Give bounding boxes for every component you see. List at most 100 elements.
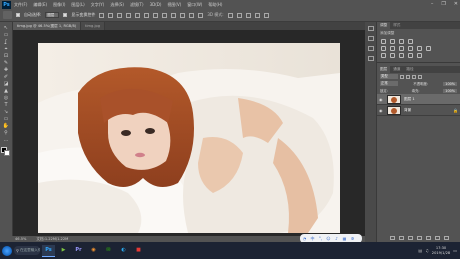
- close-icon[interactable]: ✕: [454, 1, 458, 7]
- brush-tool-icon[interactable]: ✐: [2, 74, 10, 81]
- path-select-tool-icon[interactable]: ↘: [2, 109, 10, 116]
- network-icon[interactable]: ▤: [418, 248, 422, 253]
- document-size[interactable]: 文档:1.22M/1.22M: [36, 237, 68, 242]
- tab-paths[interactable]: 路径: [403, 66, 417, 73]
- layer-name[interactable]: 图层 1: [404, 97, 415, 102]
- zoom-tool-icon[interactable]: ⚲: [2, 130, 10, 137]
- align-bottom-icon[interactable]: [117, 12, 123, 18]
- ime-language-toggle[interactable]: 中: [310, 236, 315, 241]
- media-app[interactable]: ▶: [57, 245, 70, 257]
- dodge-tool-icon[interactable]: ◎: [2, 95, 10, 102]
- roll-3d-icon[interactable]: [236, 12, 242, 18]
- scale-3d-icon[interactable]: [263, 12, 269, 18]
- fill-value[interactable]: 100%: [443, 88, 457, 93]
- document-canvas-photo[interactable]: [38, 43, 340, 233]
- align-top-icon[interactable]: [99, 12, 105, 18]
- browser-app[interactable]: ◉: [87, 245, 100, 257]
- distribute-bottom-icon[interactable]: [171, 12, 177, 18]
- rotate-3d-icon[interactable]: [227, 12, 233, 18]
- auto-select-dropdown[interactable]: 图层: [45, 12, 60, 18]
- hand-tool-icon[interactable]: ✋: [2, 123, 10, 130]
- curves-icon[interactable]: [399, 39, 404, 44]
- layer-mask-icon[interactable]: [407, 236, 413, 240]
- mic-icon[interactable]: ♪: [334, 236, 339, 241]
- eyedropper-tool-icon[interactable]: ✎: [2, 60, 10, 67]
- align-right-icon[interactable]: [144, 12, 150, 18]
- distribute-left-icon[interactable]: [180, 12, 186, 18]
- settings-icon[interactable]: ✲: [350, 236, 355, 241]
- layer-kind-filter[interactable]: 类型: [380, 74, 398, 79]
- ime-logo-icon[interactable]: ◔: [302, 236, 307, 241]
- eraser-tool-icon[interactable]: ▲: [2, 88, 10, 95]
- tab-channels[interactable]: 通道: [390, 66, 404, 73]
- emoji-icon[interactable]: ☺: [326, 236, 331, 241]
- volume-icon[interactable]: ♫: [425, 248, 429, 253]
- slide-3d-icon[interactable]: [254, 12, 260, 18]
- document-tab-secondary[interactable]: timg.jpg: [81, 22, 106, 30]
- color-balance-icon[interactable]: [399, 46, 404, 51]
- align-middle-icon[interactable]: [108, 12, 114, 18]
- auto-select-checkbox[interactable]: [16, 13, 20, 17]
- filter-shape-icon[interactable]: [418, 74, 422, 79]
- menu-window[interactable]: 窗口(W): [187, 2, 202, 8]
- lasso-tool-icon[interactable]: ʆ: [2, 39, 10, 46]
- marquee-tool-icon[interactable]: ▭: [2, 32, 10, 39]
- eye-icon[interactable]: ◉: [379, 97, 384, 102]
- menu-select[interactable]: 选择(S): [110, 2, 124, 8]
- menu-help[interactable]: 帮助(H): [208, 2, 222, 8]
- distribute-middle-icon[interactable]: [162, 12, 168, 18]
- menu-view[interactable]: 视图(V): [167, 2, 181, 8]
- color-swatches[interactable]: [1, 147, 11, 157]
- properties-panel-icon[interactable]: [367, 36, 374, 41]
- wechat-app[interactable]: ✉: [102, 245, 115, 257]
- eye-icon[interactable]: ◉: [379, 108, 384, 113]
- selective-color-icon[interactable]: [417, 53, 422, 58]
- move-tool-preset-icon[interactable]: [3, 11, 12, 19]
- punctuation-icon[interactable]: °,: [318, 236, 323, 241]
- tab-adjustments[interactable]: 调整: [377, 22, 391, 29]
- type-tool-icon[interactable]: T: [2, 102, 10, 109]
- opacity-value[interactable]: 100%: [443, 81, 457, 86]
- gradient-map-icon[interactable]: [408, 53, 413, 58]
- qq-app[interactable]: ◐: [117, 245, 130, 257]
- video-app[interactable]: ■: [132, 245, 145, 257]
- tab-styles[interactable]: 样式: [390, 22, 404, 29]
- menu-type[interactable]: 文字(Y): [91, 2, 105, 8]
- menu-image[interactable]: 图像(I): [53, 2, 65, 8]
- move-tool-icon[interactable]: ↖: [2, 25, 10, 32]
- adjustment-layer-icon[interactable]: [416, 236, 422, 240]
- stamp-tool-icon[interactable]: ◪: [2, 81, 10, 88]
- layer-row-layer1[interactable]: ◉ 图层 1: [377, 94, 460, 105]
- blend-mode-dropdown[interactable]: 正常: [380, 81, 398, 86]
- align-left-icon[interactable]: [126, 12, 132, 18]
- notification-icon[interactable]: ▭: [453, 248, 457, 253]
- layer-row-background[interactable]: ◉ 背景 🔒: [377, 105, 460, 116]
- history-panel-icon[interactable]: [367, 26, 374, 31]
- vibrance-icon[interactable]: [381, 46, 386, 51]
- healing-tool-icon[interactable]: ✚: [2, 67, 10, 74]
- menu-3d[interactable]: 3D(D): [150, 2, 162, 7]
- menu-layer[interactable]: 图层(L): [71, 2, 84, 8]
- exposure-icon[interactable]: [408, 39, 413, 44]
- document-tab-active[interactable]: timg.jpg @ 46.5%(图层 1, RGB/8): [13, 22, 82, 30]
- black-white-icon[interactable]: [408, 46, 413, 51]
- taskbar-search[interactable]: ⚲ 在这里输入你要搜索的内容: [14, 246, 40, 255]
- hue-saturation-icon[interactable]: [390, 46, 395, 51]
- filter-pixel-icon[interactable]: [400, 74, 404, 79]
- link-layers-icon[interactable]: [389, 236, 395, 240]
- system-clock[interactable]: 17:30 2019/1/28: [432, 246, 450, 255]
- menu-edit[interactable]: 编辑(E): [33, 2, 47, 8]
- levels-icon[interactable]: [390, 39, 395, 44]
- shape-tool-icon[interactable]: ▭: [2, 116, 10, 123]
- zoom-level[interactable]: 46.5%: [15, 237, 26, 241]
- paragraph-panel-icon[interactable]: [367, 56, 374, 61]
- tab-layers[interactable]: 图层: [377, 66, 391, 73]
- restore-icon[interactable]: ❐: [441, 1, 445, 7]
- premiere-app[interactable]: Pr: [72, 245, 85, 257]
- start-button[interactable]: [2, 245, 12, 256]
- more-tools-icon[interactable]: …: [2, 137, 10, 144]
- group-icon[interactable]: [425, 236, 431, 240]
- crop-tool-icon[interactable]: ⊡: [2, 53, 10, 60]
- brightness-icon[interactable]: [381, 39, 386, 44]
- quick-select-tool-icon[interactable]: ⌖: [2, 46, 10, 53]
